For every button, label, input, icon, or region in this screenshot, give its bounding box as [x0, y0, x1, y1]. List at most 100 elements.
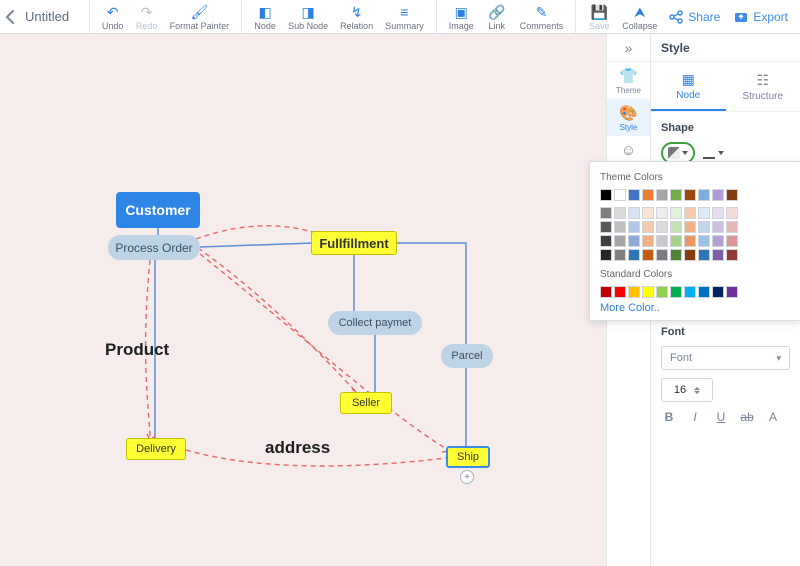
node-delivery[interactable]: Delivery: [126, 438, 186, 460]
color-swatch[interactable]: [670, 286, 682, 298]
node-fulfillment[interactable]: Fullfillment: [311, 231, 397, 255]
node-collect-payment[interactable]: Collect paymet: [328, 311, 422, 335]
color-swatch[interactable]: [614, 249, 626, 261]
tab-structure[interactable]: ☷Structure: [726, 62, 800, 111]
format-painter-button[interactable]: 🖌Format Painter: [164, 0, 236, 33]
color-swatch[interactable]: [628, 235, 640, 247]
color-swatch[interactable]: [698, 249, 710, 261]
color-swatch[interactable]: [642, 249, 654, 261]
italic-button[interactable]: I: [687, 410, 703, 424]
color-swatch[interactable]: [656, 286, 668, 298]
add-child-button[interactable]: +: [460, 470, 474, 484]
node-ship-selected[interactable]: Ship: [446, 446, 490, 468]
color-swatch[interactable]: [614, 207, 626, 219]
color-swatch[interactable]: [614, 235, 626, 247]
color-swatch[interactable]: [670, 249, 682, 261]
color-swatch[interactable]: [684, 235, 696, 247]
color-swatch[interactable]: [656, 235, 668, 247]
color-swatch[interactable]: [712, 286, 724, 298]
sub-node-button[interactable]: ◨Sub Node: [282, 0, 334, 33]
color-swatch[interactable]: [670, 207, 682, 219]
color-swatch[interactable]: [656, 207, 668, 219]
color-swatch[interactable]: [628, 189, 640, 201]
color-swatch[interactable]: [684, 189, 696, 201]
color-swatch[interactable]: [656, 189, 668, 201]
canvas[interactable]: Customer Process Order Fullfillment Coll…: [0, 34, 606, 566]
rail-theme[interactable]: 👕Theme: [607, 62, 650, 99]
collapse-button[interactable]: ⮝Collapse: [616, 0, 663, 33]
color-swatch[interactable]: [614, 286, 626, 298]
color-swatch[interactable]: [670, 189, 682, 201]
rail-style[interactable]: 🎨Style: [607, 99, 650, 136]
color-swatch[interactable]: [684, 221, 696, 233]
export-button[interactable]: Export: [734, 10, 788, 24]
color-swatch[interactable]: [642, 207, 654, 219]
color-swatch[interactable]: [600, 221, 612, 233]
node-customer[interactable]: Customer: [116, 192, 200, 228]
color-swatch[interactable]: [670, 235, 682, 247]
color-swatch[interactable]: [726, 189, 738, 201]
color-swatch[interactable]: [628, 221, 640, 233]
color-swatch[interactable]: [656, 221, 668, 233]
font-family-select[interactable]: Font ▾: [661, 346, 790, 370]
color-swatch[interactable]: [684, 249, 696, 261]
summary-button[interactable]: ≡Summary: [379, 0, 430, 33]
share-button[interactable]: Share: [669, 10, 720, 24]
node-parcel[interactable]: Parcel: [441, 344, 493, 368]
link-button[interactable]: 🔗Link: [480, 0, 514, 33]
undo-button[interactable]: ↶Undo: [96, 0, 130, 33]
node-button[interactable]: ◧Node: [248, 0, 282, 33]
node-seller[interactable]: Seller: [340, 392, 392, 414]
color-swatch[interactable]: [670, 221, 682, 233]
color-swatch[interactable]: [698, 189, 710, 201]
color-swatch[interactable]: [600, 286, 612, 298]
color-swatch[interactable]: [614, 189, 626, 201]
color-swatch[interactable]: [600, 189, 612, 201]
color-swatch[interactable]: [712, 189, 724, 201]
color-swatch[interactable]: [698, 286, 710, 298]
color-swatch[interactable]: [642, 235, 654, 247]
font-size-stepper[interactable]: 16: [661, 378, 713, 402]
color-swatch[interactable]: [642, 286, 654, 298]
relation-button[interactable]: ↯Relation: [334, 0, 379, 33]
color-swatch[interactable]: [726, 207, 738, 219]
color-swatch[interactable]: [698, 207, 710, 219]
more-colors-button[interactable]: More Color..: [600, 302, 790, 314]
color-swatch[interactable]: [712, 249, 724, 261]
underline-button[interactable]: U: [713, 410, 729, 424]
relation-label-address[interactable]: address: [265, 438, 330, 458]
bold-button[interactable]: B: [661, 410, 677, 424]
color-swatch[interactable]: [656, 249, 668, 261]
back-button[interactable]: [0, 0, 21, 33]
color-swatch[interactable]: [726, 235, 738, 247]
color-swatch[interactable]: [628, 249, 640, 261]
color-swatch[interactable]: [628, 286, 640, 298]
save-button[interactable]: 💾Save: [582, 0, 616, 33]
color-swatch[interactable]: [614, 221, 626, 233]
comments-button[interactable]: ✎Comments: [514, 0, 570, 33]
document-title[interactable]: Untitled: [21, 0, 89, 33]
color-swatch[interactable]: [712, 221, 724, 233]
border-color-button[interactable]: [703, 147, 724, 159]
strikethrough-button[interactable]: ab: [739, 410, 755, 424]
color-swatch[interactable]: [698, 235, 710, 247]
color-swatch[interactable]: [698, 221, 710, 233]
rail-expand-button[interactable]: »: [607, 34, 650, 62]
color-swatch[interactable]: [726, 221, 738, 233]
font-color-button[interactable]: A: [765, 410, 781, 424]
color-swatch[interactable]: [642, 189, 654, 201]
redo-button[interactable]: ↷Redo: [130, 0, 164, 33]
color-swatch[interactable]: [628, 207, 640, 219]
tab-node[interactable]: ▦Node: [651, 62, 726, 111]
color-swatch[interactable]: [600, 249, 612, 261]
color-swatch[interactable]: [684, 286, 696, 298]
color-swatch[interactable]: [642, 221, 654, 233]
color-swatch[interactable]: [600, 207, 612, 219]
relation-label-product[interactable]: Product: [105, 340, 169, 360]
color-swatch[interactable]: [600, 235, 612, 247]
color-swatch[interactable]: [712, 207, 724, 219]
color-swatch[interactable]: [726, 286, 738, 298]
node-process-order[interactable]: Process Order: [108, 235, 200, 260]
color-swatch[interactable]: [684, 207, 696, 219]
image-button[interactable]: ▣Image: [443, 0, 480, 33]
